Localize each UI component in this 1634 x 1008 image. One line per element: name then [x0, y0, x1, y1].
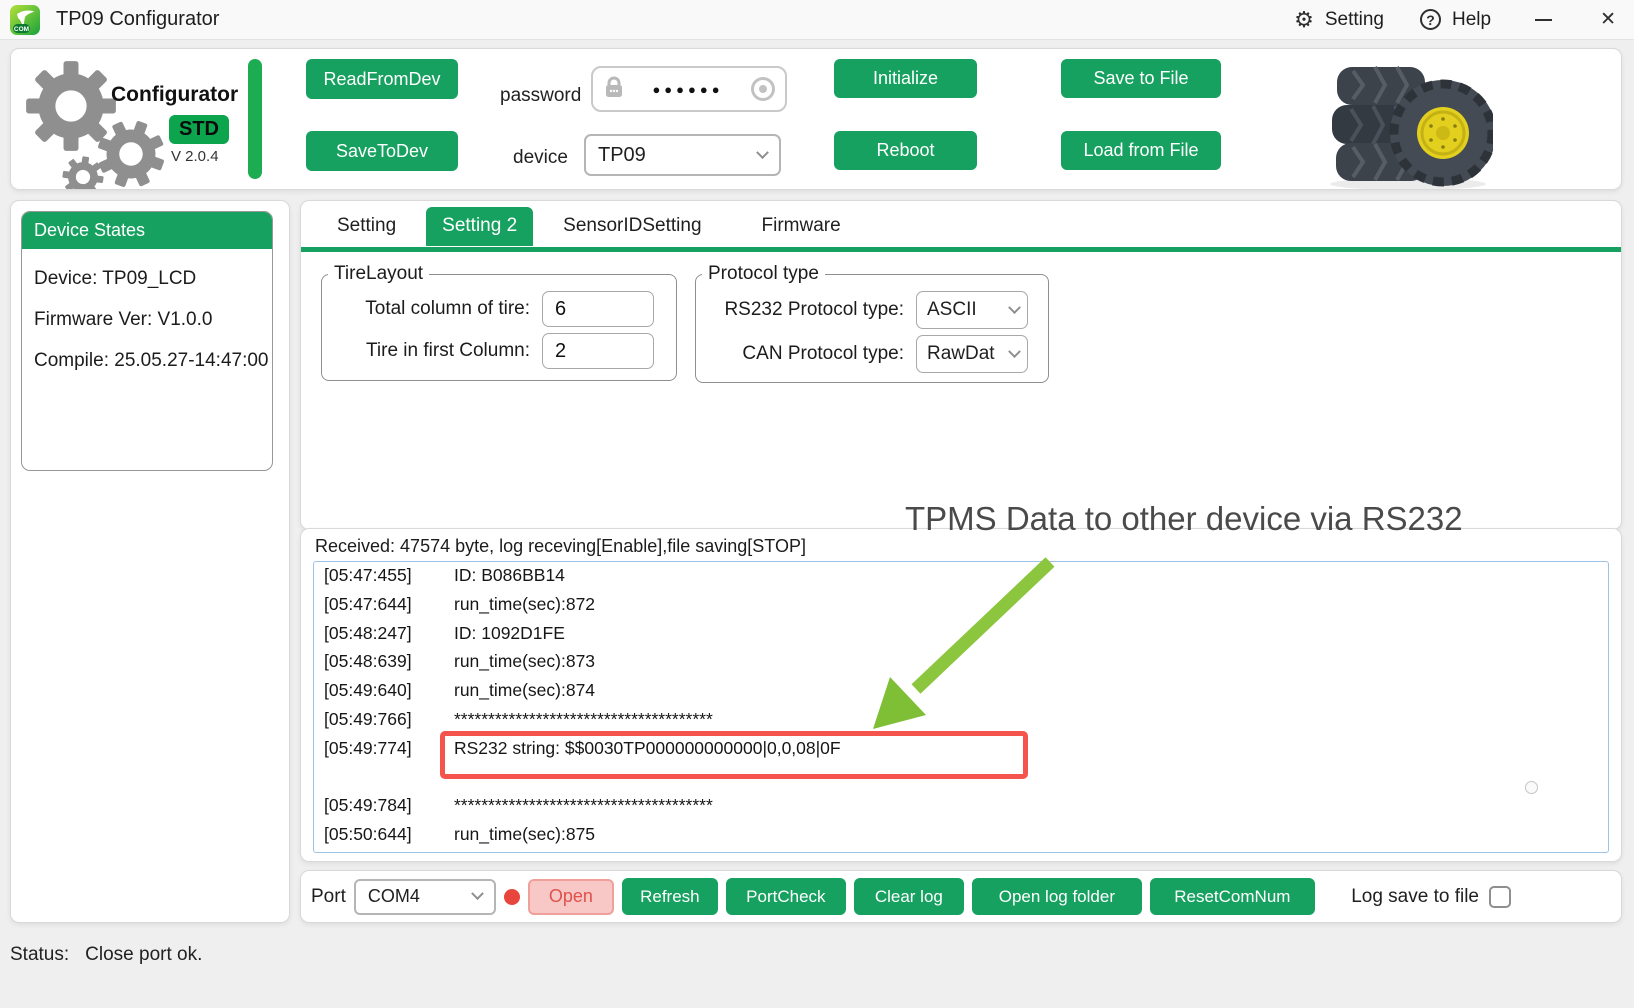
total-column-label: Total column of tire: [322, 298, 530, 320]
firmware-version-line: Firmware Ver: V1.0.0 [22, 309, 272, 331]
window-title: TP09 Configurator [56, 8, 219, 31]
tab-setting-2[interactable]: Setting 2 [426, 207, 533, 246]
log-row: [05:48:247]ID: 1092D1FE [314, 620, 1608, 649]
log-row-rs232-highlighted: [05:49:774]RS232 string: $$0030TP0000000… [314, 735, 1608, 764]
log-row: [05:49:640]run_time(sec):874 [314, 677, 1608, 706]
reset-com-num-button[interactable]: ResetComNum [1150, 878, 1315, 915]
tab-firmware[interactable]: Firmware [746, 207, 857, 246]
chevron-down-icon [1008, 301, 1021, 314]
save-to-dev-button[interactable]: SaveToDev [306, 131, 458, 171]
close-icon: ✕ [1600, 8, 1616, 31]
status-bar: Status: Close port ok. [10, 944, 202, 966]
port-bar: Port COM4 Open Refresh PortCheck Clear l… [300, 870, 1622, 923]
tire-first-column-label: Tire in first Column: [322, 340, 530, 362]
open-port-button[interactable]: Open [528, 879, 614, 915]
version-label: V 2.0.4 [171, 148, 219, 165]
log-panel: Received: 47574 byte, log receving[Enabl… [300, 528, 1622, 862]
device-states-title: Device States [22, 212, 272, 249]
tab-sensor-id-setting[interactable]: SensorIDSetting [547, 207, 717, 246]
chevron-down-icon [1008, 345, 1021, 358]
chevron-down-icon [471, 887, 484, 900]
minimize-button[interactable] [1535, 19, 1552, 21]
password-value: ●●●●●● [625, 82, 751, 97]
port-status-dot [504, 889, 520, 905]
lock-icon [603, 75, 625, 104]
can-protocol-label: CAN Protocol type: [696, 343, 904, 365]
gears-logo [19, 53, 194, 190]
status-label: Status: [10, 944, 69, 966]
protocol-type-group: Protocol type RS232 Protocol type: ASCII… [695, 263, 1049, 383]
log-row: [05:49:784]*****************************… [314, 792, 1608, 821]
compile-date-line: Compile: 25.05.27-14:47:00 [22, 350, 272, 372]
brand-divider [248, 59, 262, 179]
gear-icon: ⚙ [1294, 9, 1314, 31]
log-row: [05:50:644]run_time(sec):875 [314, 821, 1608, 850]
titlebar-help-button[interactable]: ? Help [1420, 9, 1491, 31]
log-row: [05:47:644]run_time(sec):872 [314, 591, 1608, 620]
password-label: password [500, 85, 581, 107]
brand-name: Configurator [111, 83, 238, 107]
port-label: Port [311, 886, 346, 908]
password-field[interactable]: ●●●●●● [591, 66, 787, 112]
titlebar-setting-button[interactable]: ⚙ Setting [1294, 9, 1384, 31]
annotation-text: TPMS Data to other device via RS232 [905, 500, 1463, 538]
chevron-down-icon [756, 146, 769, 159]
titlebar: COM TP09 Configurator ⚙ Setting ? Help ✕ [0, 0, 1634, 40]
port-check-button[interactable]: PortCheck [726, 878, 846, 915]
refresh-button[interactable]: Refresh [622, 878, 718, 915]
minimize-icon [1535, 19, 1552, 21]
app-logo-icon: COM [10, 5, 40, 35]
help-icon: ? [1420, 9, 1441, 30]
tab-setting[interactable]: Setting [321, 207, 412, 246]
tab-underline [301, 247, 1621, 252]
log-save-to-file-checkbox[interactable] [1489, 886, 1511, 908]
device-select[interactable]: TP09 [584, 134, 781, 176]
tires-image [1313, 51, 1493, 190]
rs232-protocol-label: RS232 Protocol type: [696, 299, 904, 321]
device-states-box: Device States Device: TP09_LCD Firmware … [21, 211, 273, 471]
device-label: device [513, 147, 568, 169]
tire-first-column-input[interactable] [542, 333, 654, 369]
scrollbar-thumb[interactable] [1525, 781, 1538, 794]
open-log-folder-button[interactable]: Open log folder [972, 878, 1142, 915]
save-to-file-button[interactable]: Save to File [1061, 59, 1221, 98]
settings-panel: Setting Setting 2 SensorIDSetting Firmwa… [300, 200, 1622, 530]
reboot-button[interactable]: Reboot [834, 131, 977, 170]
log-save-to-file-label: Log save to file [1351, 886, 1479, 908]
log-output-area[interactable]: [05:47:455]ID: B086BB14 [05:47:644]run_t… [313, 561, 1609, 853]
rs232-protocol-select[interactable]: ASCII [916, 291, 1028, 329]
device-states-panel: Device States Device: TP09_LCD Firmware … [10, 200, 290, 923]
close-button[interactable]: ✕ [1600, 8, 1616, 31]
device-name-line: Device: TP09_LCD [22, 268, 272, 290]
tire-layout-group: TireLayout Total column of tire: Tire in… [321, 263, 677, 381]
com-port-select[interactable]: COM4 [354, 879, 496, 915]
received-status-line: Received: 47574 byte, log receving[Enabl… [315, 536, 806, 557]
log-row: [05:47:455]ID: B086BB14 [314, 562, 1608, 591]
load-from-file-button[interactable]: Load from File [1061, 131, 1221, 170]
tab-bar: Setting Setting 2 SensorIDSetting Firmwa… [301, 201, 1621, 246]
total-column-input[interactable] [542, 291, 654, 327]
initialize-button[interactable]: Initialize [834, 59, 977, 98]
tire-layout-legend: TireLayout [328, 263, 429, 285]
svg-text:COM: COM [14, 26, 29, 33]
clear-log-button[interactable]: Clear log [854, 878, 964, 915]
log-row: [05:48:639]run_time(sec):873 [314, 648, 1608, 677]
show-password-eye-icon[interactable] [751, 77, 775, 101]
log-row [314, 764, 1608, 793]
edition-badge: STD [169, 115, 229, 144]
can-protocol-select[interactable]: RawDat [916, 335, 1028, 373]
log-row: [05:49:766]*****************************… [314, 706, 1608, 735]
read-from-dev-button[interactable]: ReadFromDev [306, 59, 458, 99]
protocol-type-legend: Protocol type [702, 263, 825, 285]
header-panel: Configurator STD V 2.0.4 ReadFromDev Sav… [10, 48, 1622, 190]
status-value: Close port ok. [85, 944, 202, 966]
